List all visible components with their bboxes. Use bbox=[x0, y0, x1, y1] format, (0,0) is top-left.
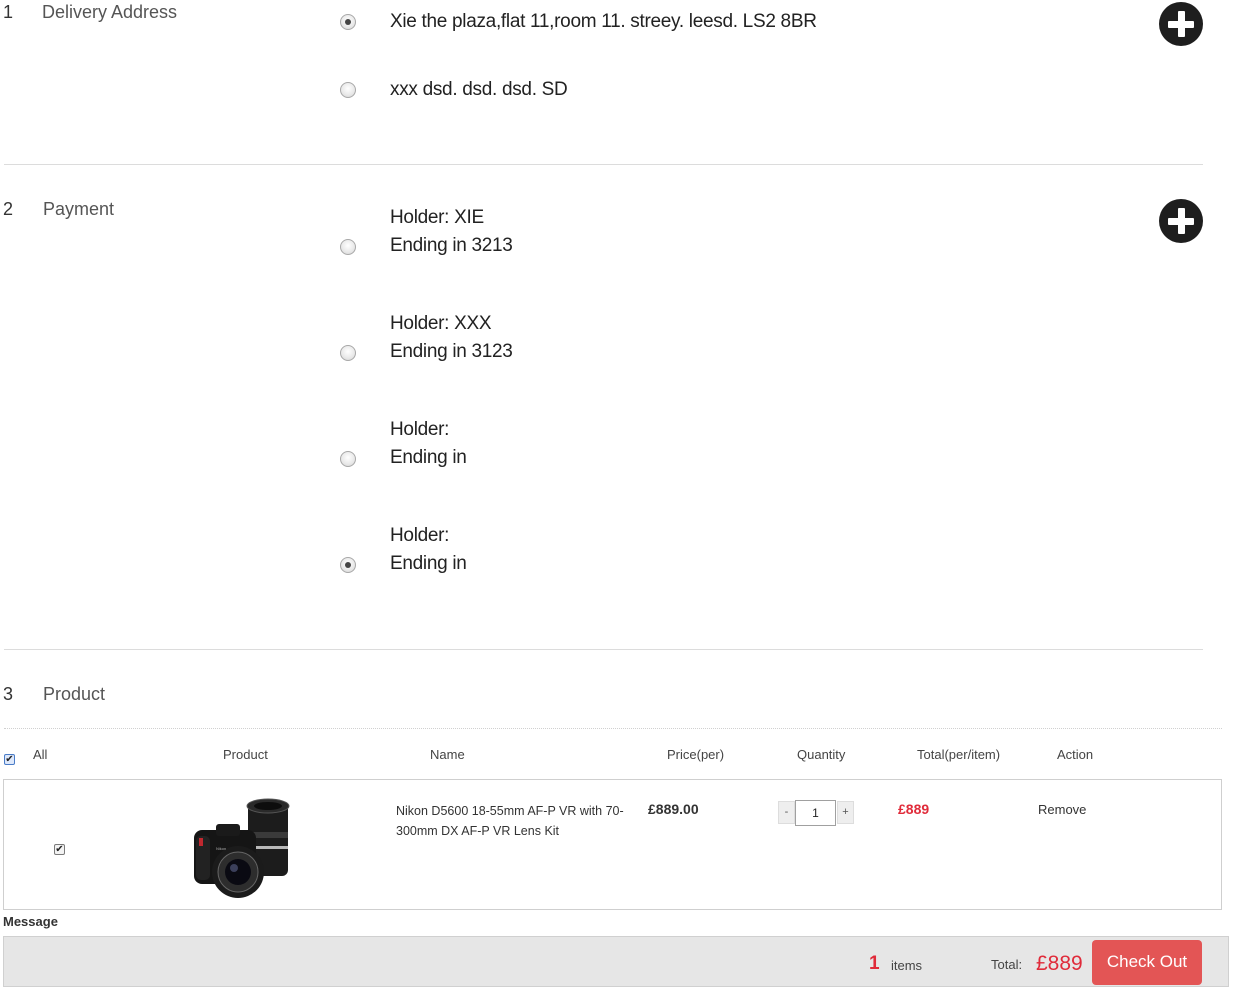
section-title-payment: Payment bbox=[43, 199, 115, 219]
product-name: Nikon D5600 18-55mm AF-P VR with 70-300m… bbox=[396, 804, 624, 838]
section-number-product: 3 bbox=[3, 684, 14, 704]
item-count: 1 bbox=[869, 953, 880, 974]
section-title-product: Product bbox=[43, 684, 106, 704]
total-label: Total: bbox=[991, 957, 1023, 972]
payment-radio-2[interactable] bbox=[340, 345, 356, 361]
payment-ending: Ending in 3123 bbox=[390, 341, 513, 362]
payment-radio-4[interactable] bbox=[340, 557, 356, 573]
select-all-checkbox[interactable]: ✔ bbox=[4, 754, 15, 765]
section-divider bbox=[4, 164, 1203, 165]
section-number-payment: 2 bbox=[3, 199, 14, 219]
payment-card-3: Holder: Ending in bbox=[390, 416, 467, 472]
section-title-delivery: Delivery Address bbox=[42, 2, 178, 22]
address-text-2: xxx dsd. dsd. dsd. SD bbox=[390, 79, 568, 100]
table-row bbox=[3, 779, 1222, 910]
section-number-delivery: 1 bbox=[3, 2, 14, 22]
payment-holder: Holder: XXX bbox=[390, 313, 492, 334]
address-radio-2[interactable] bbox=[340, 82, 356, 98]
payment-holder: Holder: bbox=[390, 525, 450, 546]
row-checkbox[interactable]: ✔ bbox=[54, 844, 65, 855]
product-image: Nikon bbox=[194, 798, 290, 898]
header-all: All bbox=[33, 747, 48, 762]
quantity-minus-button[interactable]: - bbox=[778, 801, 795, 824]
header-product: Product bbox=[223, 747, 268, 762]
message-label: Message bbox=[3, 914, 58, 929]
payment-ending: Ending in bbox=[390, 553, 467, 574]
header-quantity: Quantity bbox=[797, 747, 846, 762]
address-radio-1[interactable] bbox=[340, 14, 356, 30]
payment-card-2: Holder: XXX Ending in 3123 bbox=[390, 310, 513, 366]
header-price: Price(per) bbox=[667, 747, 725, 762]
payment-card-1: Holder: XIE Ending in 3213 bbox=[390, 204, 513, 260]
checkout-button[interactable]: Check Out bbox=[1092, 940, 1202, 985]
add-payment-icon[interactable] bbox=[1159, 199, 1203, 243]
svg-text:Nikon: Nikon bbox=[216, 846, 226, 851]
product-price: £889.00 bbox=[648, 801, 699, 817]
items-label: items bbox=[891, 958, 923, 973]
header-name: Name bbox=[430, 747, 465, 762]
payment-ending: Ending in bbox=[390, 447, 467, 468]
header-action: Action bbox=[1057, 747, 1094, 762]
payment-card-4: Holder: Ending in bbox=[390, 522, 467, 578]
add-address-icon[interactable] bbox=[1159, 2, 1203, 46]
payment-holder: Holder: bbox=[390, 419, 450, 440]
header-total: Total(per/item) bbox=[917, 747, 1001, 762]
section-divider bbox=[4, 649, 1203, 650]
payment-ending: Ending in 3213 bbox=[390, 235, 513, 256]
quantity-input[interactable]: 1 bbox=[795, 800, 836, 826]
payment-radio-3[interactable] bbox=[340, 451, 356, 467]
quantity-plus-button[interactable]: + bbox=[837, 801, 854, 824]
payment-holder: Holder: XIE bbox=[390, 207, 484, 228]
product-row-total: £889 bbox=[898, 801, 930, 817]
remove-link[interactable]: Remove bbox=[1038, 802, 1086, 817]
table-top-rule bbox=[4, 728, 1222, 729]
grand-total: £889 bbox=[1036, 952, 1083, 975]
payment-radio-1[interactable] bbox=[340, 239, 356, 255]
address-text-1: Xie the plaza,flat 11,room 11. streey. l… bbox=[390, 11, 817, 32]
